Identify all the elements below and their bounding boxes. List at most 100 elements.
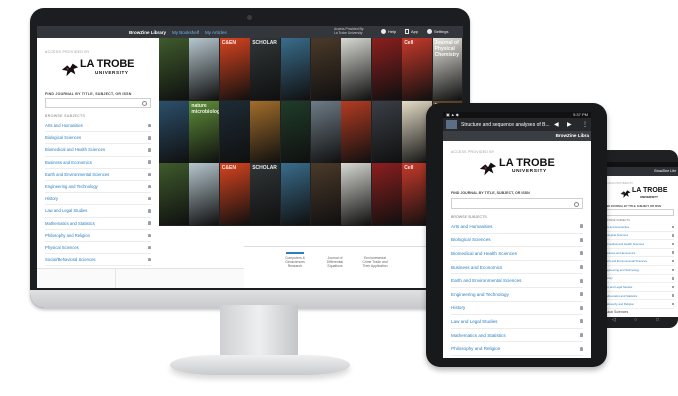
nav-browzine-library[interactable]: BrowZine Library [129,30,166,35]
logo-university-text: UNIVERSITY [512,169,547,174]
cover-caption[interactable]: Journal of Differential Equations [320,256,350,268]
subject-item[interactable]: Philosophy and Religion [451,342,583,356]
home-icon[interactable]: ○ [634,317,637,323]
subject-item[interactable]: Biomedical and Health Sciences [604,240,674,249]
journal-cover[interactable]: Cell [402,38,432,101]
subject-item[interactable]: Physical Sciences [45,242,151,255]
accessed-label: ACCESS PROVIDED BY [45,50,90,54]
lock-icon [672,277,674,280]
journal-search-input[interactable] [451,198,583,209]
subject-item[interactable]: Philosophy and Religion [45,230,151,242]
tab-thumbnail-icon[interactable] [446,120,457,129]
subject-item[interactable]: Social/Behavioral Sciences [45,254,151,267]
subject-item[interactable]: Engineering and Technology [45,181,151,194]
subject-item[interactable]: Philosophy and Religion [604,300,674,309]
subject-item[interactable]: Earth and Environmental Sciences [45,169,151,181]
app-button[interactable]: App [405,29,418,34]
subject-item[interactable]: Arts and Humanities [604,223,674,232]
journal-cover[interactable] [219,100,250,163]
journal-cover[interactable] [311,100,341,163]
subject-item[interactable]: Engineering and Technology [451,288,583,302]
tablet-brand[interactable]: BrowZine Libra [556,133,589,138]
cover-caption[interactable]: Computers & Geosciences Research [280,256,310,268]
journal-cover[interactable]: SCHOLAR [250,38,280,101]
lock-icon [579,292,583,297]
browse-subjects-label: BROWSE SUBJECTS [451,215,487,219]
nav-my-articles[interactable]: My Articles [205,30,227,35]
subject-item[interactable]: Business and Economics [604,249,674,258]
journal-cover[interactable]: SCHOLAR [250,163,280,226]
lock-icon [579,237,583,242]
journal-cover[interactable] [159,100,189,163]
journal-cover[interactable] [371,38,402,101]
subject-label: Philosophy and Religion [45,232,90,238]
menu-icon[interactable]: ⋮ [582,121,588,128]
subject-item[interactable]: Biomedical and Health Sciences [45,144,151,157]
subject-item[interactable]: Arts and Humanities [45,120,151,133]
subject-list: Arts and Humanities Biological Sciences Bi… [451,220,583,356]
tab-title[interactable]: Structure and sequence analyses of B... [461,122,550,128]
subject-item[interactable]: Mathematics and Statistics [451,329,583,343]
subject-item[interactable]: Biological Sciences [451,234,583,248]
journal-cover[interactable] [341,163,372,226]
subject-item[interactable]: Mathematics and Statistics [45,218,151,230]
subject-item[interactable]: Biomedical and Health Sciences [451,247,583,261]
journal-cover[interactable] [159,163,189,226]
subject-item[interactable]: Biological Sciences [604,232,674,241]
journal-cover[interactable]: nature microbiology [189,100,220,163]
subject-item[interactable]: Law and Legal Studies [45,205,151,218]
journal-cover[interactable] [189,163,220,226]
cover-caption[interactable]: Environmental Crime Trade and Their Appl… [360,256,390,268]
subject-item[interactable]: History [45,193,151,206]
subject-item[interactable]: Engineering and Technology [604,266,674,275]
journal-cover[interactable] [280,38,311,101]
subject-item[interactable]: History [451,302,583,316]
forward-arrow-icon[interactable]: ▶ [567,121,572,128]
subject-item[interactable]: Earth and Environmental Sciences [604,257,674,266]
subject-item[interactable]: Business and Economics [45,157,151,169]
lock-icon [579,251,583,256]
journal-cover[interactable] [341,100,372,163]
subject-item[interactable]: Law and Legal Studies [451,315,583,329]
subject-list: Arts and Humanities Biological Sciences Bi… [45,120,151,267]
subject-item[interactable]: Mathematics and Statistics [604,292,674,301]
find-journal-label: FIND JOURNAL BY TITLE, SUBJECT, OR ISSN [604,205,661,208]
active-indicator [286,252,304,254]
journal-cover[interactable] [280,100,311,163]
help-button[interactable]: Help [381,29,396,34]
nav-my-bookshelf[interactable]: My Bookshelf [172,30,199,35]
subject-item[interactable]: Earth and Environmental Sciences [451,274,583,288]
subject-label: Biological Sciences [45,135,82,141]
subject-item[interactable]: Law and Legal Studies [604,283,674,292]
subject-label: Biomedical and Health Sciences [451,250,517,256]
journal-cover[interactable] [189,38,220,101]
journal-cover[interactable] [371,163,402,226]
journal-cover[interactable]: Journal of Physical Chemistry [432,38,463,101]
settings-button[interactable]: Settings [427,29,448,34]
recents-icon[interactable]: □ [656,317,659,323]
phone-nav-bar: ◁ ○ □ [598,317,678,325]
subject-label: Engineering and Technology [45,184,98,190]
subject-item[interactable]: Business and Economics [451,261,583,275]
journal-search-input[interactable] [45,98,151,108]
journal-cover-title: Cell [404,165,414,172]
subject-item[interactable]: History [604,275,674,284]
lock-icon [148,172,151,177]
journal-cover[interactable] [371,100,402,163]
subject-label: Biological Sciences [451,237,491,243]
subject-item[interactable]: Biological Sciences [45,132,151,145]
back-icon[interactable]: ◁ [612,317,616,323]
journal-cover[interactable] [280,163,311,226]
tablet-screen: ▣▲◆ 5:37 PM Structure and sequence analy… [443,112,591,358]
journal-cover[interactable]: C&EN [219,38,250,101]
back-arrow-icon[interactable]: ◀ [554,121,559,128]
phone-brand[interactable]: BrowZine Libr [654,169,676,173]
journal-cover[interactable] [341,38,372,101]
journal-cover[interactable] [311,38,341,101]
journal-cover[interactable] [311,163,341,226]
journal-cover[interactable]: C&EN [219,163,250,226]
journal-cover[interactable] [250,100,280,163]
subject-item[interactable]: Arts and Humanities [451,220,583,234]
journal-search-input[interactable] [604,209,674,216]
journal-cover[interactable] [159,38,189,101]
